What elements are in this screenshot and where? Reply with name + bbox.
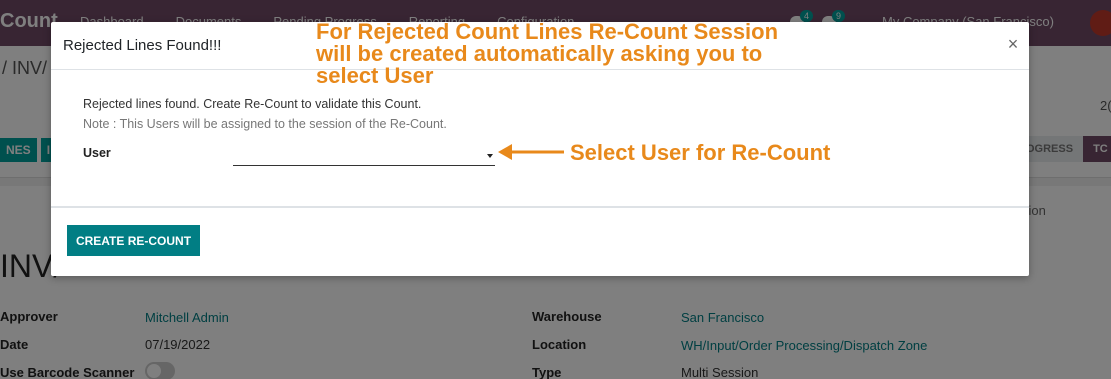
annotation-line: select User [316, 63, 434, 88]
chevron-down-icon[interactable] [487, 154, 493, 158]
dialog-title: Rejected Lines Found!!! [63, 37, 222, 54]
annotation-line: For Rejected Count Lines Re-Count Sessio… [316, 19, 779, 44]
annotation-callout-top: For Rejected Count Lines Re-Count Sessio… [316, 21, 778, 87]
user-select[interactable] [233, 144, 495, 166]
dialog-note: Note : This Users will be assigned to th… [83, 117, 447, 131]
close-icon[interactable]: × [1003, 34, 1023, 54]
dialog-footer: CREATE RE-COUNT [51, 206, 1029, 276]
annotation-callout-side: Select User for Re-Count [570, 140, 831, 165]
user-field-label: User [83, 146, 111, 160]
annotation-line: will be created automatically asking you… [316, 41, 763, 66]
dialog-body: Rejected lines found. Create Re-Count to… [51, 70, 1029, 207]
create-recount-button[interactable]: CREATE RE-COUNT [67, 225, 200, 256]
arrow-left-icon [498, 144, 564, 160]
dialog-message: Rejected lines found. Create Re-Count to… [83, 97, 422, 111]
